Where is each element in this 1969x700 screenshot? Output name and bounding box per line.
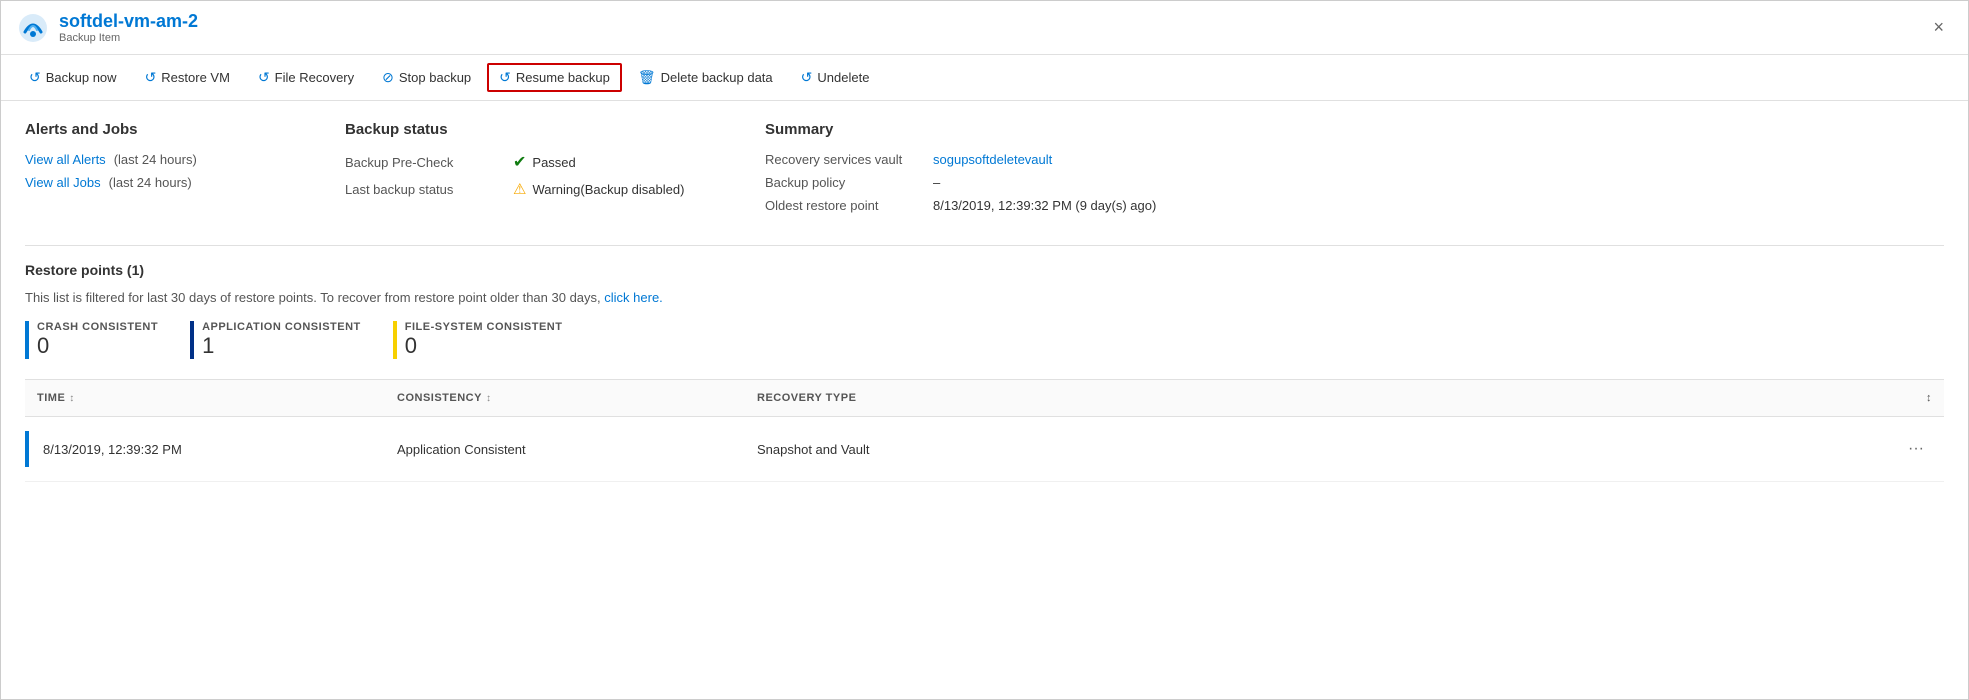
view-alerts-link[interactable]: View all Alerts xyxy=(25,152,106,167)
sort-actions-icon[interactable]: ↕ xyxy=(1926,392,1932,404)
vault-row: Recovery services vault sogupsoftdeletev… xyxy=(765,152,1944,167)
backup-status-title: Backup status xyxy=(345,121,745,138)
section-divider xyxy=(25,245,1944,246)
crash-consistent-stat: CRASH CONSISTENT 0 xyxy=(25,321,158,359)
restore-point-row: Oldest restore point 8/13/2019, 12:39:32… xyxy=(765,198,1944,213)
time-sort-icon[interactable]: ↕ xyxy=(69,393,75,404)
view-jobs-link[interactable]: View all Jobs xyxy=(25,175,101,190)
row-actions-button[interactable]: ··· xyxy=(1900,436,1932,462)
policy-row: Backup policy – xyxy=(765,175,1944,190)
th-time: TIME ↕ xyxy=(25,388,385,408)
row-accent-bar xyxy=(25,431,29,467)
fs-consistent-label: FILE-SYSTEM CONSISTENT xyxy=(405,321,563,333)
pre-check-label: Backup Pre-Check xyxy=(345,155,505,170)
jobs-suffix: (last 24 hours) xyxy=(109,175,192,190)
td-actions: ··· xyxy=(1105,430,1944,468)
fs-consistent-value: 0 xyxy=(405,333,563,359)
stop-backup-button[interactable]: ⊘ Stop backup xyxy=(370,63,483,92)
vault-link[interactable]: sogupsoftdeletevault xyxy=(933,152,1944,167)
passed-icon: ✔ xyxy=(513,152,526,172)
alerts-jobs-title: Alerts and Jobs xyxy=(25,121,325,138)
close-button[interactable]: × xyxy=(1925,13,1952,42)
file-recovery-icon: ↺ xyxy=(258,69,270,86)
application-consistent-stat: APPLICATION CONSISTENT 1 xyxy=(190,321,361,359)
crash-consistent-label: CRASH CONSISTENT xyxy=(37,321,158,333)
crash-consistent-bar xyxy=(25,321,29,359)
backup-now-button[interactable]: ↺ Backup now xyxy=(17,63,129,92)
delete-backup-button[interactable]: 🗑 Delete backup data xyxy=(626,63,785,92)
file-system-consistent-stat: FILE-SYSTEM CONSISTENT 0 xyxy=(393,321,563,359)
th-recovery-type: RECOVERY TYPE xyxy=(745,388,1105,408)
th-actions: ↕ xyxy=(1105,388,1944,408)
page-title: softdel-vm-am-2 xyxy=(59,11,198,32)
summary-section: Summary Recovery services vault sogupsof… xyxy=(765,121,1944,221)
last-backup-row: Last backup status ⚠ Warning(Backup disa… xyxy=(345,180,745,198)
resume-backup-button[interactable]: ↺ Resume backup xyxy=(487,63,622,92)
th-consistency: CONSISTENCY ↕ xyxy=(385,388,745,408)
consistency-sort-icon[interactable]: ↕ xyxy=(486,393,492,404)
table-header: TIME ↕ CONSISTENCY ↕ RECOVERY TYPE ↕ xyxy=(25,380,1944,417)
undelete-button[interactable]: ↺ Undelete xyxy=(789,63,882,92)
main-window: softdel-vm-am-2 Backup Item × ↺ Backup n… xyxy=(0,0,1969,700)
app-consistent-value: 1 xyxy=(202,333,361,359)
app-consistent-content: APPLICATION CONSISTENT 1 xyxy=(202,321,361,359)
view-jobs-row: View all Jobs (last 24 hours) xyxy=(25,175,325,190)
restore-points-table: TIME ↕ CONSISTENCY ↕ RECOVERY TYPE ↕ xyxy=(25,379,1944,482)
last-backup-value: ⚠ Warning(Backup disabled) xyxy=(513,180,745,198)
policy-value: – xyxy=(933,175,1944,190)
restore-vm-button[interactable]: ↺ Restore VM xyxy=(133,63,242,92)
info-grid: Alerts and Jobs View all Alerts (last 24… xyxy=(25,121,1944,221)
fs-consistent-content: FILE-SYSTEM CONSISTENT 0 xyxy=(405,321,563,359)
alerts-jobs-section: Alerts and Jobs View all Alerts (last 24… xyxy=(25,121,325,221)
click-here-link[interactable]: click here. xyxy=(604,290,663,305)
restore-points-section: Restore points (1) This list is filtered… xyxy=(25,262,1944,482)
stop-backup-icon: ⊘ xyxy=(382,69,394,86)
app-icon xyxy=(17,12,49,44)
filter-text: This list is filtered for last 30 days o… xyxy=(25,290,1944,305)
file-recovery-button[interactable]: ↺ File Recovery xyxy=(246,63,366,92)
td-recovery-type: Snapshot and Vault xyxy=(745,436,1105,463)
main-content: Alerts and Jobs View all Alerts (last 24… xyxy=(1,101,1968,502)
backup-now-icon: ↺ xyxy=(29,69,41,86)
alerts-suffix: (last 24 hours) xyxy=(114,152,197,167)
undelete-icon: ↺ xyxy=(801,69,813,86)
backup-status-section: Backup status Backup Pre-Check ✔ Passed … xyxy=(345,121,745,221)
consistency-stats: CRASH CONSISTENT 0 APPLICATION CONSISTEN… xyxy=(25,321,1944,359)
crash-consistent-content: CRASH CONSISTENT 0 xyxy=(37,321,158,359)
restore-point-label: Oldest restore point xyxy=(765,198,925,213)
app-consistent-bar xyxy=(190,321,194,359)
resume-backup-icon: ↺ xyxy=(499,69,511,86)
app-consistent-label: APPLICATION CONSISTENT xyxy=(202,321,361,333)
summary-title: Summary xyxy=(765,121,1944,138)
view-alerts-row: View all Alerts (last 24 hours) xyxy=(25,152,325,167)
title-bar: softdel-vm-am-2 Backup Item × xyxy=(1,1,1968,55)
page-subtitle: Backup Item xyxy=(59,32,198,44)
td-consistency: Application Consistent xyxy=(385,436,745,463)
restore-points-title: Restore points (1) xyxy=(25,262,1944,278)
fs-consistent-bar xyxy=(393,321,397,359)
restore-vm-icon: ↺ xyxy=(145,69,157,86)
title-text-group: softdel-vm-am-2 Backup Item xyxy=(59,11,198,44)
last-backup-label: Last backup status xyxy=(345,182,505,197)
delete-backup-icon: 🗑 xyxy=(638,69,656,86)
warning-icon: ⚠ xyxy=(513,180,526,198)
pre-check-row: Backup Pre-Check ✔ Passed xyxy=(345,152,745,172)
toolbar: ↺ Backup now ↺ Restore VM ↺ File Recover… xyxy=(1,55,1968,101)
table-row: 8/13/2019, 12:39:32 PM Application Consi… xyxy=(25,417,1944,482)
policy-label: Backup policy xyxy=(765,175,925,190)
vault-label: Recovery services vault xyxy=(765,152,925,167)
crash-consistent-value: 0 xyxy=(37,333,158,359)
restore-point-value: 8/13/2019, 12:39:32 PM (9 day(s) ago) xyxy=(933,198,1944,213)
td-time: 8/13/2019, 12:39:32 PM xyxy=(25,425,385,473)
pre-check-value: ✔ Passed xyxy=(513,152,745,172)
